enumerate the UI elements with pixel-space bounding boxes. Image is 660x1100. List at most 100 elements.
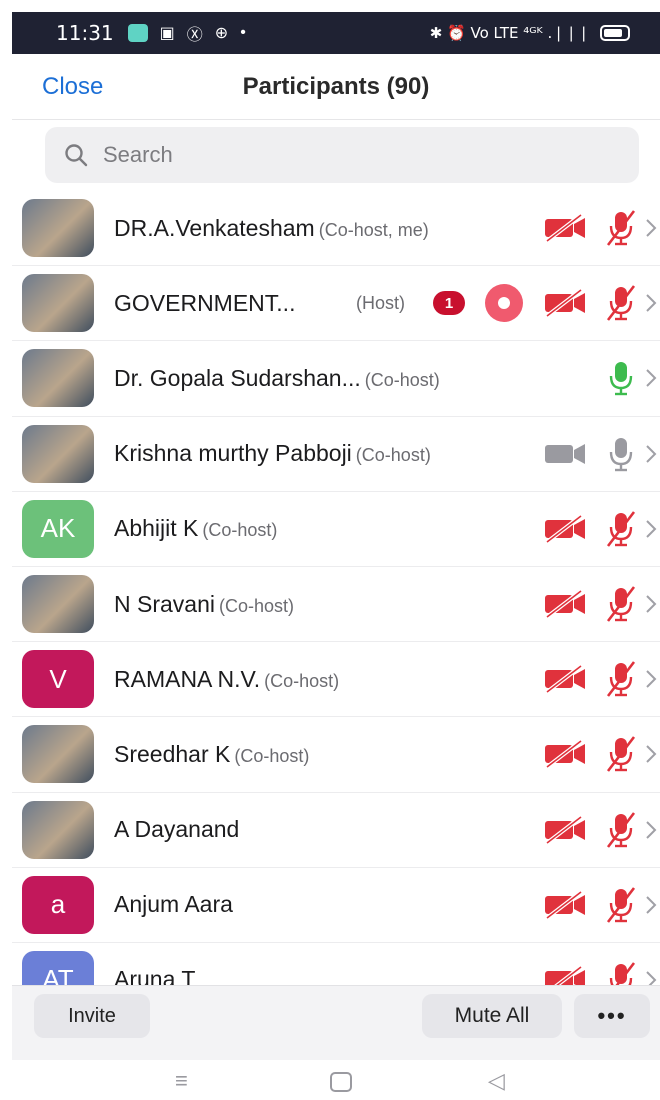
battery-icon xyxy=(600,25,630,41)
footer-toolbar: Invite Mute All ••• xyxy=(12,985,660,1060)
mic-muted-icon[interactable] xyxy=(605,510,637,548)
chevron-right-icon[interactable] xyxy=(644,969,658,985)
recent-apps-button[interactable]: ≡ xyxy=(175,1068,188,1094)
participant-list[interactable]: DR.A.Venkatesham (Co-host, me) GOVERNMENT.… xyxy=(12,191,660,985)
chevron-right-icon[interactable] xyxy=(644,518,658,540)
video-off-icon[interactable] xyxy=(543,288,587,318)
more-options-button[interactable]: ••• xyxy=(574,994,650,1038)
avatar-photo xyxy=(22,725,94,784)
video-off-icon[interactable] xyxy=(543,589,587,619)
video-off-icon[interactable] xyxy=(543,213,587,243)
avatar-photo xyxy=(22,349,94,408)
participant-name-text: RAMANA N.V. xyxy=(114,665,261,692)
system-nav-bar: ≡ ◁ xyxy=(0,1060,660,1100)
participant-name: RAMANA N.V. (Co-host) xyxy=(114,666,339,693)
participant-row[interactable]: Krishna murthy Pabboji (Co-host) xyxy=(12,417,660,492)
participant-row[interactable]: AT Aruna T xyxy=(12,943,660,985)
avatar-initials: V xyxy=(22,650,94,709)
participant-row[interactable]: V RAMANA N.V. (Co-host) xyxy=(12,642,660,718)
participant-name: DR.A.Venkatesham (Co-host, me) xyxy=(114,215,429,242)
participant-name-text: Sreedhar K xyxy=(114,740,231,767)
participant-name-text: Anjum Aara xyxy=(114,891,233,918)
mute-all-button[interactable]: Mute All xyxy=(422,994,562,1038)
status-right-icons: ✱ ⏰ Vo LTE ⁴ᴳᴷ .❘❘❘ xyxy=(430,24,630,42)
chevron-right-icon[interactable] xyxy=(644,819,658,841)
chevron-right-icon[interactable] xyxy=(644,743,658,765)
video-off-icon[interactable] xyxy=(543,965,587,985)
participant-name-text: DR.A.Venkatesham xyxy=(114,214,315,241)
status-bar: 11:31 ▣ Ⓧ ⊕ • ✱ ⏰ Vo LTE ⁴ᴳᴷ .❘❘❘ xyxy=(12,12,660,54)
invite-button[interactable]: Invite xyxy=(34,994,150,1038)
participant-name: Dr. Gopala Sudarshan... (Co-host) xyxy=(114,365,440,392)
avatar-photo xyxy=(22,424,94,483)
participant-name-text: Abhijit K xyxy=(114,515,199,542)
search-bar[interactable] xyxy=(45,127,639,183)
participant-role: (Co-host, me) xyxy=(318,219,429,240)
participant-row[interactable]: Dr. Gopala Sudarshan... (Co-host) xyxy=(12,341,660,417)
video-off-icon[interactable] xyxy=(543,739,587,769)
mic-muted-icon[interactable] xyxy=(605,811,637,849)
participant-row[interactable]: A Dayanand xyxy=(12,793,660,868)
participant-name-text: Krishna murthy Pabboji xyxy=(114,440,352,467)
avatar-photo xyxy=(22,199,94,258)
mic-muted-icon[interactable] xyxy=(605,735,637,773)
app-icon xyxy=(127,24,148,42)
search-input[interactable] xyxy=(103,142,583,168)
chevron-right-icon[interactable] xyxy=(644,367,658,389)
mic-muted-icon[interactable] xyxy=(605,209,637,247)
participant-row[interactable]: AK Abhijit K (Co-host) xyxy=(12,492,660,567)
back-button[interactable]: ◁ xyxy=(488,1068,505,1094)
chevron-right-icon[interactable] xyxy=(644,894,658,916)
mic-active-icon[interactable] xyxy=(605,359,637,397)
mic-muted-icon[interactable] xyxy=(605,660,637,698)
unread-badge: 1 xyxy=(433,291,465,316)
participants-header: Close Participants (90) xyxy=(12,54,660,120)
participant-name: Abhijit K (Co-host) xyxy=(114,515,277,542)
chevron-right-icon[interactable] xyxy=(644,443,658,465)
messenger-icon: ⊕ xyxy=(214,25,229,42)
mic-muted-icon[interactable] xyxy=(605,961,637,985)
participant-role: (Co-host) xyxy=(218,595,294,616)
chevron-right-icon[interactable] xyxy=(644,292,658,314)
search-icon xyxy=(65,144,88,167)
chevron-right-icon[interactable] xyxy=(644,593,658,615)
video-off-icon[interactable] xyxy=(543,815,587,845)
participant-role: (Co-host) xyxy=(234,745,310,766)
participant-name-text: N Sravani xyxy=(114,590,215,617)
video-on-icon[interactable] xyxy=(543,439,587,469)
status-left-icons: ▣ Ⓧ ⊕ • xyxy=(127,21,246,45)
participant-name-text: Dr. Gopala Sudarshan... xyxy=(114,364,361,391)
participant-row[interactable]: a Anjum Aara xyxy=(12,868,660,943)
participant-name: Anjum Aara xyxy=(114,891,233,918)
status-time: 11:31 xyxy=(56,21,114,45)
participant-row[interactable]: Sreedhar K (Co-host) xyxy=(12,717,660,793)
avatar-photo xyxy=(22,274,94,333)
avatar-initials: AK xyxy=(22,499,94,558)
chevron-right-icon[interactable] xyxy=(644,668,658,690)
gallery-icon: ▣ xyxy=(159,25,175,42)
avatar-initials: AT xyxy=(22,950,94,985)
participant-name: A Dayanand xyxy=(114,816,239,843)
mic-muted-icon[interactable] xyxy=(605,585,637,623)
recording-icon xyxy=(485,284,523,323)
mic-icon[interactable] xyxy=(605,435,637,473)
participant-role: (Co-host) xyxy=(264,670,340,691)
participant-name: N Sravani (Co-host) xyxy=(114,591,294,618)
mic-muted-icon[interactable] xyxy=(605,886,637,924)
video-off-icon[interactable] xyxy=(543,514,587,544)
participant-row[interactable]: N Sravani (Co-host) xyxy=(12,567,660,643)
close-button[interactable]: Close xyxy=(42,73,103,101)
participant-name-text: A Dayanand xyxy=(114,816,240,843)
participant-role: (Co-host) xyxy=(364,369,440,390)
mic-muted-icon[interactable] xyxy=(605,284,637,322)
participant-row[interactable]: GOVERNMENT... (Host) 1 xyxy=(12,266,660,342)
video-off-icon[interactable] xyxy=(543,890,587,920)
video-off-icon[interactable] xyxy=(543,664,587,694)
page-title: Participants (90) xyxy=(242,72,430,100)
participant-role: (Host) xyxy=(356,292,405,313)
home-button[interactable] xyxy=(330,1072,352,1092)
participant-row[interactable]: DR.A.Venkatesham (Co-host, me) xyxy=(12,191,660,267)
participant-name: GOVERNMENT... xyxy=(114,290,295,317)
avatar-photo xyxy=(22,575,94,634)
chevron-right-icon[interactable] xyxy=(644,217,658,239)
